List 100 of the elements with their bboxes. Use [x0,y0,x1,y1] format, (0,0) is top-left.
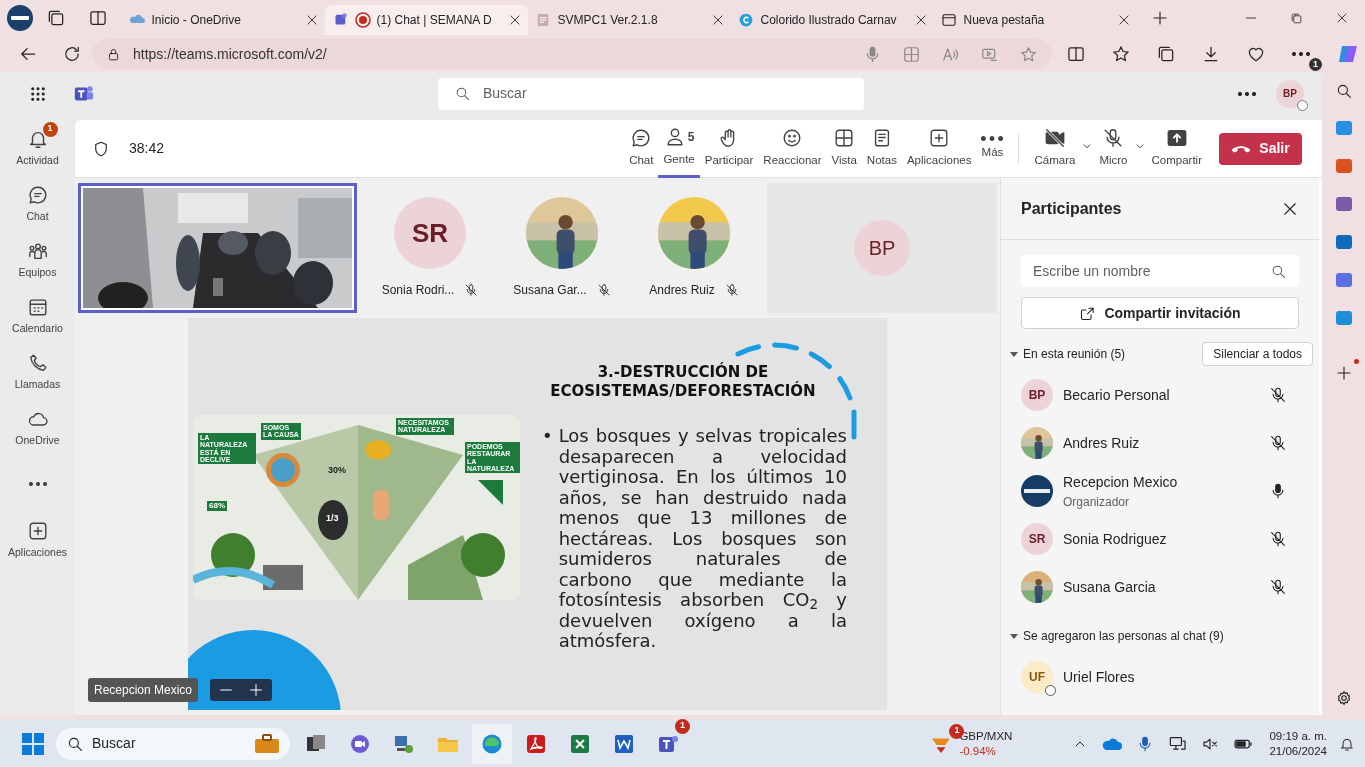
participant-name: Susana Garcia [1063,577,1157,597]
rail-item[interactable]: Equipos [0,232,75,288]
app-launcher-icon[interactable] [29,84,47,103]
tab-title: Colorido Ilustrado Carnav [760,11,898,29]
muted-icon [596,283,611,297]
rail-item[interactable]: Chat [0,176,75,232]
close-icon[interactable] [913,12,928,27]
rail-item[interactable]: OneDrive [0,400,75,456]
presenter-label: Recepcion Mexico [88,678,199,702]
apps-icon[interactable] [902,44,921,64]
participant-role: Organizador [1063,493,1131,511]
search-field[interactable]: Buscar [438,77,864,110]
toolbar-button[interactable]: Notas [861,119,902,178]
participant-row[interactable]: Recepcion Mexico Organizador [1021,467,1299,515]
participant-row[interactable]: UF Uriel Flores [1021,653,1299,701]
shield-icon [92,139,110,158]
rail-item[interactable]: Llamadas [0,344,75,400]
search-icon [454,85,471,102]
network-icon[interactable] [1168,734,1188,753]
muted-icon [464,283,479,297]
taskbar-search[interactable]: Buscar [56,727,290,760]
more-icon[interactable] [28,482,47,486]
notification-badge: 1 [42,121,58,137]
participant-row[interactable]: Andres Ruiz [1021,419,1299,467]
hang-up-icon [1231,144,1252,153]
infographic-label: 30% [327,465,347,477]
participant-row[interactable]: Susana Garcia [1021,563,1299,611]
toolbar-button[interactable]: Participar [699,119,759,178]
browser-tab[interactable]: Inicio - OneDrive [121,4,325,35]
leave-button[interactable]: Salir [1219,132,1302,165]
participant-name: Recepcion Mexico [1063,472,1179,492]
participant-row[interactable]: BP Becario Personal [1021,371,1299,419]
browser-tab[interactable]: Nueva pestaña [933,4,1137,35]
participant-name: Sonia Rodriguez [1063,529,1168,549]
collections-icon[interactable] [1156,44,1176,64]
rail-item[interactable]: Aplicaciones [0,512,75,568]
infographic-label: 68% [207,501,227,512]
participant-name: Uriel Flores [1063,667,1136,687]
toolbar-button[interactable]: Más [976,119,1009,178]
reload-icon[interactable] [62,44,82,64]
toolbar-button[interactable]: Vista [826,119,862,178]
group-header[interactable]: En esta reunión (5) [1009,345,1126,363]
toolbar-button[interactable]: Reaccionar [758,119,827,178]
invite-button[interactable]: Compartir invitación [1021,297,1299,329]
cloud-icon[interactable] [1102,736,1123,751]
participant-row[interactable]: SR Sonia Rodriguez [1021,515,1299,563]
rail-item[interactable]: Calendario [0,288,75,344]
favorite-icon[interactable] [1019,44,1038,64]
participant-name: Andres Ruiz [1063,433,1141,453]
participant-avatar: SR [1021,523,1053,555]
participant-name: Sonia Rodri... [381,282,455,299]
more-icon[interactable] [1238,91,1256,96]
participant-avatar: BP [1021,379,1053,411]
tab-actions-icon[interactable] [87,8,108,28]
favorites-icon[interactable] [1111,44,1131,64]
tab-title: Inicio - OneDrive [151,11,242,29]
tab-title: (1) Chat | SEMANA D [376,11,493,29]
close-icon[interactable] [1335,11,1349,25]
slide-title: ECOSISTEMAS/DEFORESTACIÓN [549,382,817,401]
share-button[interactable]: Compartir [1146,119,1207,178]
browser-tab[interactable]: SVMPC1 Ver.2.1.8 [527,4,731,35]
zoom-in-icon[interactable] [248,682,265,698]
split-screen-icon[interactable] [1066,44,1086,64]
camera-button[interactable]: Cámara [1029,119,1081,178]
close-icon[interactable] [710,12,725,27]
tab-title: Nueva pestaña [963,11,1046,29]
participant-avatar: SR [394,197,466,269]
browser-tab[interactable]: (1) Chat | SEMANA D [324,4,528,35]
participant-name: Becario Personal [1063,385,1171,405]
stock-symbol: GBP/MXN [959,729,1013,744]
start-icon[interactable] [22,732,44,755]
toolbar-button[interactable]: Aplicaciones [901,119,977,178]
name-search-field[interactable]: Escribe un nombre [1021,255,1299,287]
camera-icon [1043,127,1066,150]
panel-title: Participantes [1021,198,1122,219]
restore-icon[interactable] [1290,11,1303,25]
close-icon[interactable] [1116,12,1131,27]
group-header[interactable]: Se agregaron las personas al chat (9) [1009,627,1224,645]
browser-tab[interactable]: Colorido Ilustrado Carnav [730,4,934,35]
mute-all-button[interactable]: Silenciar a todos [1202,342,1313,366]
address-bar[interactable]: https://teams.microsoft.com/v2/ [92,39,1052,69]
bullet-mark: • [542,426,553,448]
more-icon[interactable] [1291,52,1311,56]
notification-badge: 1 [1309,58,1322,71]
url-text: https://teams.microsoft.com/v2/ [133,44,328,64]
mic-button[interactable]: Micro [1094,119,1133,178]
close-icon[interactable] [304,12,319,27]
participant-avatar: UF [1021,661,1053,693]
notification-dot [1353,359,1359,364]
close-icon[interactable] [507,12,522,27]
briefcase-icon [254,733,280,754]
profile-avatar[interactable] [6,5,33,31]
meeting-timer: 38:42 [129,139,165,158]
clock[interactable]: 09:19 a. m. 21/06/2024 [1269,728,1327,759]
rail-item[interactable]: 1 Actividad [0,120,75,176]
more-icon [981,135,1004,141]
toolbar-button[interactable]: Chat [624,119,659,178]
caret-icon [1009,349,1019,359]
tab-title: SVMPC1 Ver.2.1.8 [557,11,659,29]
participant-name: Andres Ruiz [649,282,715,299]
